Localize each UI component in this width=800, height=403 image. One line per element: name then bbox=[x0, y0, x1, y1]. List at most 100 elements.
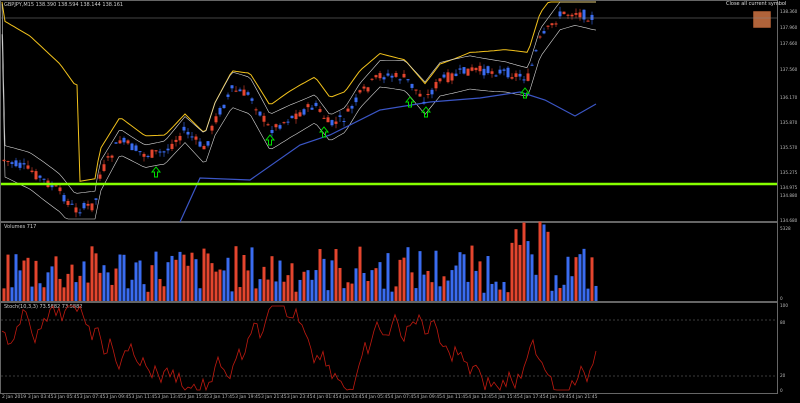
bollinger-inner-upper-line bbox=[1, 1, 596, 194]
candle-body bbox=[282, 122, 286, 124]
candle-body bbox=[254, 109, 258, 111]
volume-bar bbox=[270, 256, 274, 301]
candle-body bbox=[362, 86, 366, 89]
candle-body bbox=[294, 113, 298, 120]
volume-bar bbox=[502, 281, 506, 301]
volume-bar bbox=[414, 288, 418, 301]
volume-bar bbox=[290, 263, 294, 301]
volume-bar bbox=[346, 282, 350, 301]
candle-body bbox=[510, 77, 514, 79]
chart-canvas bbox=[1, 1, 777, 392]
candle-body bbox=[542, 31, 546, 34]
volume-bar bbox=[358, 246, 362, 301]
candle-body bbox=[478, 65, 482, 72]
candle-body bbox=[70, 203, 74, 205]
volume-bar bbox=[534, 274, 538, 301]
candle-body bbox=[146, 155, 150, 157]
volume-bar bbox=[14, 254, 18, 301]
volume-bar bbox=[442, 276, 446, 301]
candle-body bbox=[130, 143, 134, 151]
volume-bar bbox=[90, 246, 94, 301]
candle-body bbox=[434, 82, 438, 89]
volume-bar bbox=[394, 286, 398, 301]
volume-bar bbox=[246, 270, 250, 301]
candle-body bbox=[18, 162, 22, 168]
volume-bar bbox=[210, 263, 214, 301]
candle-body bbox=[38, 175, 42, 178]
candle-body bbox=[506, 67, 510, 78]
volume-bar bbox=[350, 283, 354, 301]
volume-bar bbox=[74, 282, 78, 301]
candle-body bbox=[310, 107, 314, 110]
candle-body bbox=[482, 68, 486, 76]
volume-bar bbox=[558, 287, 562, 301]
candle-body bbox=[98, 174, 102, 179]
volume-bar bbox=[338, 267, 342, 301]
candle-body bbox=[334, 121, 338, 124]
candle-body bbox=[358, 90, 362, 93]
candle-body bbox=[382, 77, 386, 80]
volume-bar bbox=[570, 276, 574, 301]
candle-body bbox=[158, 151, 162, 153]
volume-bar bbox=[562, 284, 566, 301]
candle-body bbox=[202, 146, 206, 150]
volume-bar bbox=[218, 269, 222, 301]
volume-bar bbox=[366, 281, 370, 301]
candle-body bbox=[530, 64, 534, 66]
volume-bar bbox=[582, 248, 586, 301]
volume-bar bbox=[310, 279, 314, 301]
candle-body bbox=[54, 185, 58, 187]
candle-body bbox=[238, 89, 242, 92]
volume-bar bbox=[342, 288, 346, 301]
candle-body bbox=[166, 148, 170, 151]
candle-body bbox=[174, 139, 178, 142]
candle-body bbox=[170, 143, 174, 149]
volume-bar bbox=[230, 291, 234, 301]
volume-bar bbox=[118, 254, 122, 301]
volume-bar bbox=[154, 251, 158, 301]
volume-bar bbox=[306, 270, 310, 301]
candle-body bbox=[370, 78, 374, 80]
volume-bar bbox=[34, 260, 38, 301]
volume-bar bbox=[62, 287, 66, 301]
candle-body bbox=[522, 79, 526, 81]
volume-bar bbox=[146, 291, 150, 301]
candle-body bbox=[406, 79, 410, 81]
candle-body bbox=[142, 153, 146, 157]
volume-bar bbox=[422, 274, 426, 301]
volume-bar bbox=[142, 284, 146, 301]
volume-bar bbox=[510, 242, 514, 301]
candle-body bbox=[94, 198, 98, 200]
volume-bar bbox=[278, 260, 282, 301]
volume-bar bbox=[470, 245, 474, 301]
volume-bar bbox=[30, 286, 34, 301]
candle-body bbox=[394, 72, 398, 77]
candle-body bbox=[190, 136, 194, 138]
candle-body bbox=[74, 207, 78, 213]
candle-body bbox=[526, 73, 530, 81]
volume-bar bbox=[406, 247, 410, 301]
volume-bar bbox=[46, 272, 50, 301]
candle-body bbox=[558, 11, 562, 17]
volume-bar bbox=[58, 278, 62, 301]
candle-body bbox=[402, 73, 406, 78]
candle-body bbox=[342, 120, 346, 122]
candle-body bbox=[398, 79, 402, 81]
candle-body bbox=[34, 171, 38, 180]
volume-bar bbox=[150, 265, 154, 301]
volume-bar bbox=[130, 279, 134, 301]
candle-body bbox=[90, 203, 94, 211]
candle-body bbox=[538, 36, 542, 38]
volume-bar bbox=[214, 271, 218, 301]
volume-bar bbox=[294, 291, 298, 301]
volume-bar bbox=[330, 260, 334, 301]
candle-body bbox=[286, 121, 290, 123]
candle-body bbox=[446, 72, 450, 83]
candle-body bbox=[490, 71, 494, 74]
candle-body bbox=[122, 137, 126, 143]
volume-bar bbox=[334, 249, 338, 301]
volume-bar bbox=[418, 251, 422, 301]
volume-bar bbox=[286, 275, 290, 301]
volume-bar bbox=[410, 272, 414, 301]
candle-body bbox=[194, 136, 198, 140]
